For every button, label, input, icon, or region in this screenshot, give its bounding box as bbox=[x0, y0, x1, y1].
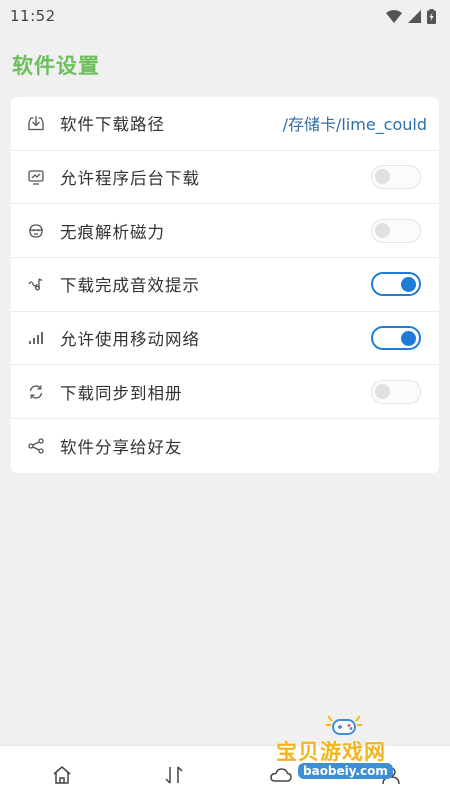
row-label-incognito-magnet: 无痕解析磁力 bbox=[60, 222, 165, 242]
sound-icon bbox=[26, 274, 46, 294]
settings-row-completion-sound: 下载完成音效提示 bbox=[11, 258, 439, 312]
status-icons bbox=[386, 8, 436, 24]
page-title: 软件设置 bbox=[12, 54, 100, 78]
settings-row-sync-album: 下载同步到相册 bbox=[11, 365, 439, 420]
toggle-knob bbox=[375, 383, 390, 399]
download-box-icon bbox=[26, 113, 46, 133]
incognito-magnet-toggle[interactable] bbox=[371, 218, 421, 243]
sync-icon bbox=[26, 382, 46, 402]
toggle-knob bbox=[401, 330, 416, 346]
cloud-icon[interactable] bbox=[268, 762, 294, 788]
signal-icon bbox=[408, 9, 421, 23]
sync-album-toggle[interactable] bbox=[371, 379, 421, 404]
status-time: 11:52 bbox=[10, 7, 56, 25]
settings-screen: 11:52 软件设置 软件下载路径 /存储卡/lime_could 允许程序后台… bbox=[0, 0, 450, 800]
row-label-download-path: 软件下载路径 bbox=[60, 115, 165, 135]
settings-row-incognito-magnet: 无痕解析磁力 bbox=[11, 204, 439, 259]
bottom-nav bbox=[0, 745, 450, 800]
row-label-share: 软件分享给好友 bbox=[60, 437, 183, 457]
gamepad-icon bbox=[324, 712, 364, 744]
row-label-mobile-network: 允许使用移动网络 bbox=[60, 330, 200, 350]
share-icon bbox=[26, 436, 46, 456]
toggle-knob bbox=[401, 276, 416, 292]
cell-signal-icon bbox=[26, 328, 46, 348]
download-path-value: /存储卡/lime_could bbox=[282, 115, 427, 135]
background-download-toggle[interactable] bbox=[371, 165, 421, 190]
settings-row-share[interactable]: 软件分享给好友 bbox=[11, 419, 439, 473]
completion-sound-toggle[interactable] bbox=[371, 272, 421, 297]
toggle-knob bbox=[375, 222, 390, 238]
profile-icon[interactable] bbox=[378, 762, 404, 788]
status-bar: 11:52 bbox=[0, 0, 450, 32]
row-label-completion-sound: 下载完成音效提示 bbox=[60, 276, 200, 296]
mask-icon bbox=[26, 221, 46, 241]
settings-card: 软件下载路径 /存储卡/lime_could 允许程序后台下载 无痕解析磁力 下… bbox=[11, 97, 439, 473]
wifi-icon bbox=[386, 9, 402, 23]
row-label-sync-album: 下载同步到相册 bbox=[60, 383, 183, 403]
settings-row-background-download: 允许程序后台下载 bbox=[11, 151, 439, 205]
row-label-background-download: 允许程序后台下载 bbox=[60, 169, 200, 189]
settings-row-mobile-network: 允许使用移动网络 bbox=[11, 312, 439, 366]
transfer-icon[interactable] bbox=[161, 762, 187, 788]
settings-row-download-path[interactable]: 软件下载路径 /存储卡/lime_could bbox=[11, 97, 439, 151]
toggle-knob bbox=[375, 169, 390, 185]
mobile-network-toggle[interactable] bbox=[371, 326, 421, 351]
home-icon[interactable] bbox=[49, 762, 75, 788]
battery-icon bbox=[427, 8, 436, 24]
monitor-icon bbox=[26, 167, 46, 187]
